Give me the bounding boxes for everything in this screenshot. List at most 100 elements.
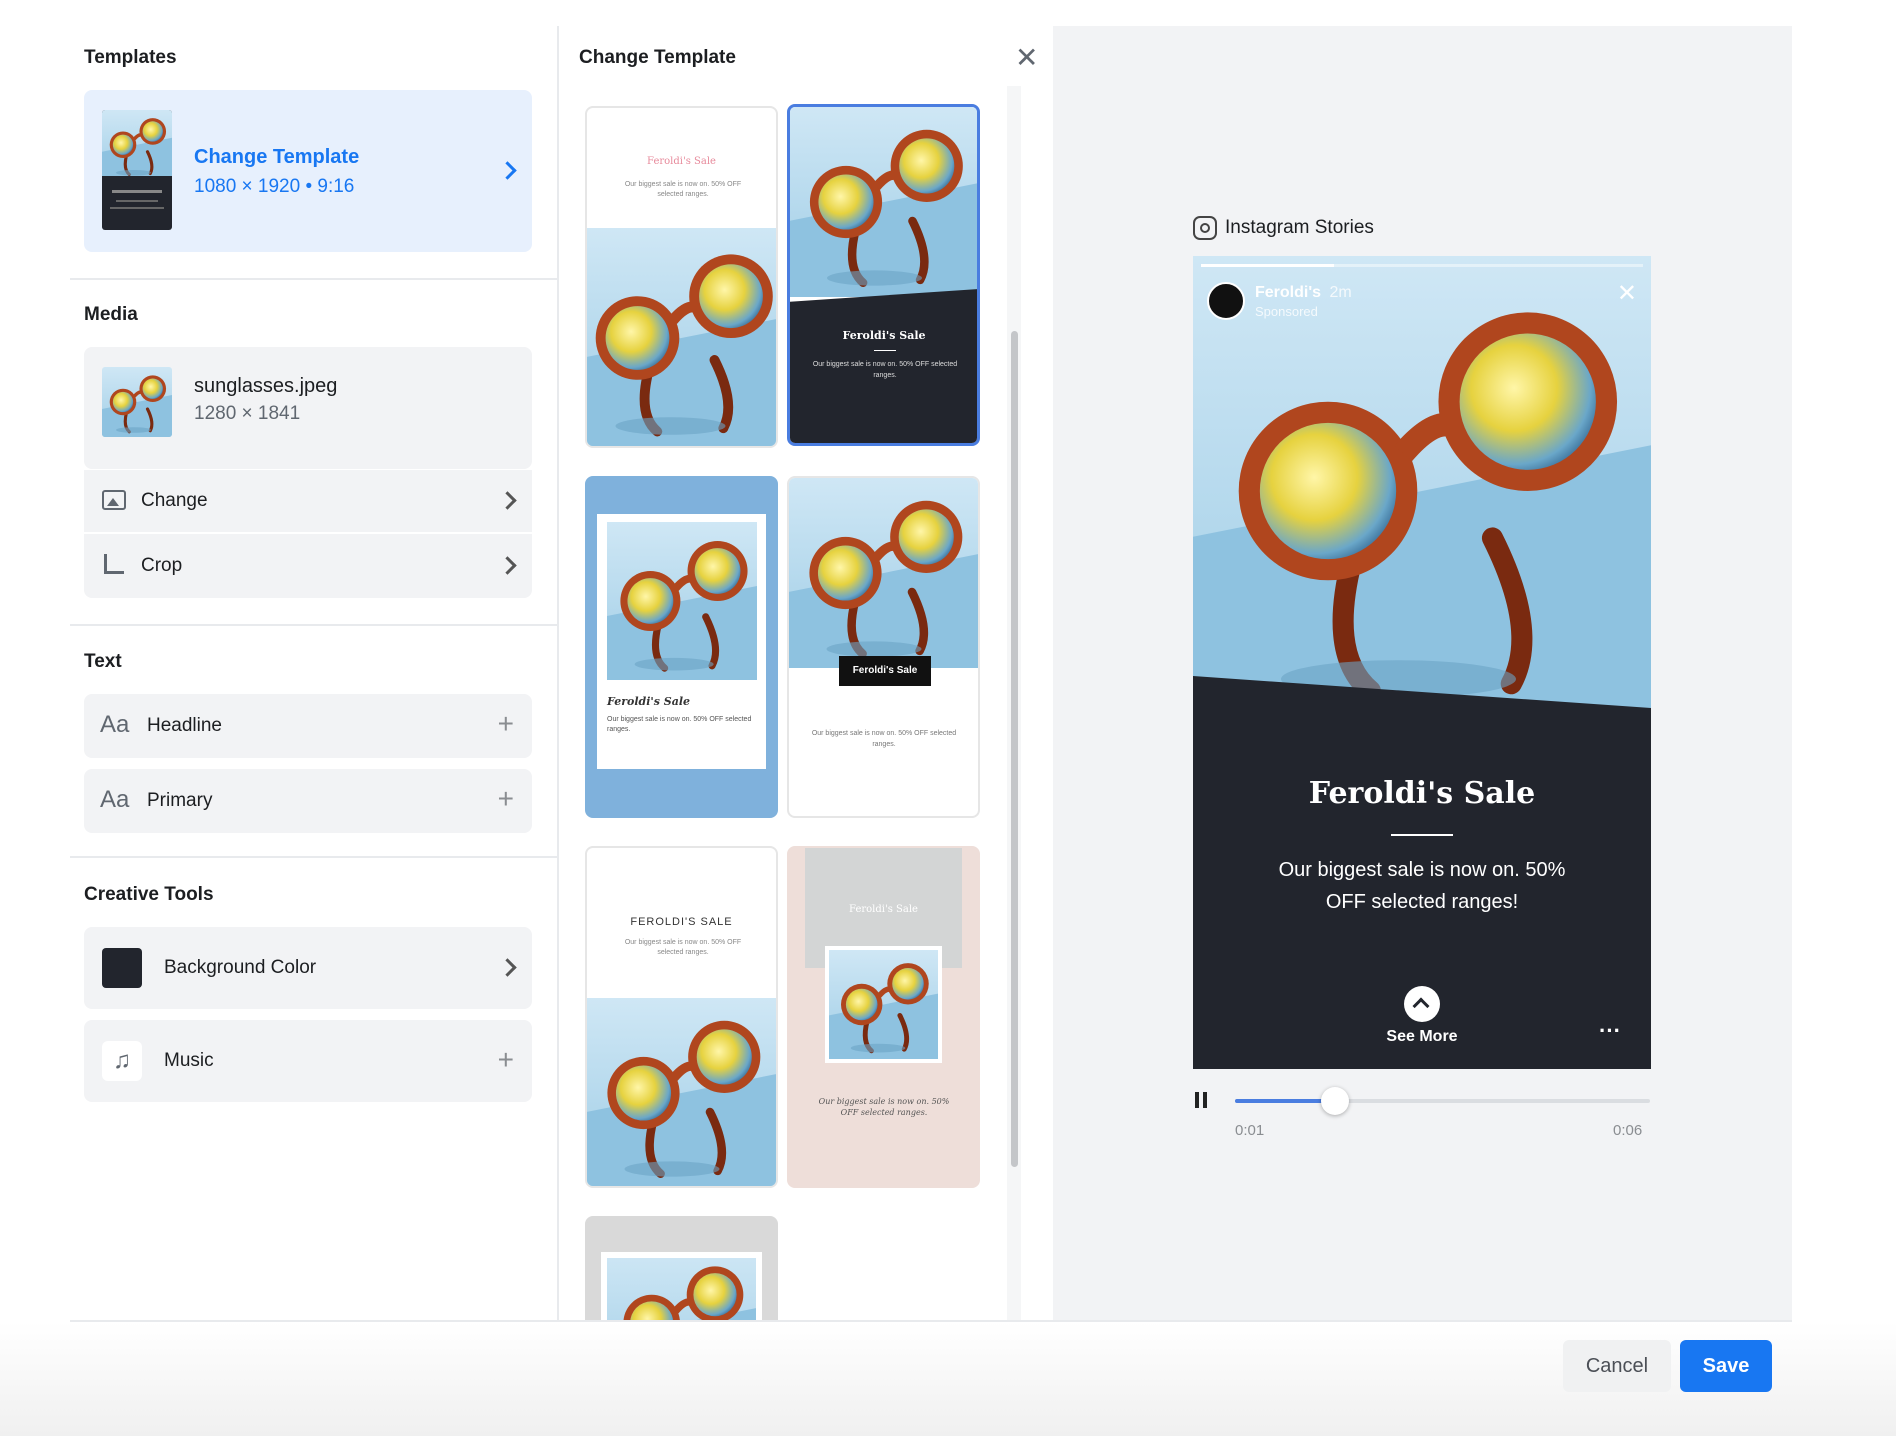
current-time: 0:01 (1235, 1122, 1265, 1139)
headline-label: Headline (147, 715, 222, 736)
template-image (607, 522, 757, 680)
creative-tools-section-title: Creative Tools (84, 884, 214, 905)
change-media-row[interactable]: Change (84, 470, 532, 532)
template-body: Our biggest sale is now on. 50% OFF sele… (818, 1097, 950, 1117)
text-aa-icon: Aa (100, 711, 130, 738)
template-headline: Feroldi's Sale (839, 656, 931, 686)
template-image (829, 950, 938, 1059)
primary-label: Primary (147, 790, 213, 811)
see-more-label[interactable]: See More (1193, 1028, 1651, 1046)
music-note-icon: ♫ (102, 1041, 142, 1081)
template-image (789, 478, 978, 668)
chevron-up-icon[interactable] (1404, 986, 1440, 1022)
scrollbar-thumb[interactable] (1011, 331, 1018, 1167)
templates-section-title: Templates (84, 47, 177, 68)
media-file-dimensions: 1280 × 1841 (194, 403, 301, 424)
template-image (790, 107, 978, 297)
story-image (1193, 256, 1651, 726)
media-thumbnail (102, 367, 172, 437)
template-headline: FEROLDI'S SALE (630, 916, 733, 928)
save-button[interactable]: Save (1680, 1340, 1772, 1392)
chevron-right-icon (498, 491, 517, 510)
story-progress-bar (1201, 264, 1643, 267)
template-image (587, 998, 776, 1188)
template-picker-title: Change Template (579, 47, 736, 68)
music-label: Music (164, 1050, 214, 1071)
template-option-2-selected[interactable]: Feroldi's Sale Our biggest sale is now o… (787, 104, 980, 446)
story-body-line-1: Our biggest sale is now on. 50% (1278, 859, 1566, 881)
template-image (587, 228, 776, 448)
sponsored-label: Sponsored (1255, 304, 1318, 319)
primary-text-row[interactable]: Aa Primary + (84, 769, 532, 833)
template-body: Our biggest sale is now on. 50% OFF sele… (812, 361, 958, 379)
media-file-card: sunglasses.jpeg 1280 × 1841 (84, 347, 532, 469)
template-option-3[interactable]: Feroldi's Sale Our biggest sale is now o… (585, 476, 778, 818)
more-options-icon[interactable]: ··· (1599, 1018, 1621, 1044)
chevron-right-icon (498, 556, 517, 575)
chevron-right-icon (498, 958, 517, 977)
crop-media-row[interactable]: Crop (84, 534, 532, 598)
left-panel: Templates Change Template 1080 × 1920 • … (70, 26, 557, 1322)
brand-name: Feroldi's (1255, 284, 1322, 301)
template-body: Our biggest sale is now on. 50% OFF sele… (624, 939, 742, 956)
divider (70, 624, 557, 626)
divider (70, 278, 557, 280)
template-body: Our biggest sale is now on. 50% OFF sele… (607, 716, 752, 733)
plus-icon[interactable]: + (498, 785, 514, 813)
story-preview: Feroldi's 2m Sponsored ✕ Feroldi's Sale … (1193, 256, 1651, 1069)
template-image (607, 1258, 756, 1322)
close-icon[interactable]: ✕ (1015, 44, 1038, 72)
template-option-7[interactable] (585, 1216, 778, 1322)
crop-media-label: Crop (141, 555, 183, 576)
plus-icon[interactable]: + (498, 1046, 514, 1074)
chevron-right-icon (498, 161, 517, 180)
playback-scrubber[interactable] (1320, 1087, 1349, 1115)
playback-track[interactable] (1235, 1087, 1650, 1115)
divider (70, 856, 557, 858)
template-option-4[interactable]: Feroldi's Sale Our biggest sale is now o… (787, 476, 980, 818)
close-icon[interactable]: ✕ (1617, 282, 1637, 306)
media-file-name: sunglasses.jpeg (194, 375, 338, 397)
cancel-button[interactable]: Cancel (1563, 1340, 1671, 1392)
preview-panel: Instagram Stories Feroldi's 2m Sponsored… (1053, 26, 1792, 1322)
music-row[interactable]: ♫ Music + (84, 1020, 532, 1102)
instagram-icon (1193, 216, 1217, 240)
text-section-title: Text (84, 651, 122, 672)
change-template-card[interactable]: Change Template 1080 × 1920 • 9:16 (84, 90, 532, 252)
image-icon (102, 490, 126, 510)
placement-label: Instagram Stories (1225, 217, 1374, 238)
text-aa-icon: Aa (100, 786, 130, 813)
media-section-title: Media (84, 304, 138, 325)
template-picker-panel: Change Template ✕ Feroldi's Sale Our big… (557, 26, 1053, 1322)
brand-avatar (1207, 282, 1245, 320)
footer-divider (70, 1320, 1792, 1322)
template-option-5[interactable]: FEROLDI'S SALE Our biggest sale is now o… (585, 846, 778, 1188)
total-time: 0:06 (1613, 1122, 1643, 1139)
headline-row[interactable]: Aa Headline + (84, 694, 532, 758)
story-headline: Feroldi's Sale (1308, 776, 1536, 811)
change-template-title: Change Template (194, 146, 360, 168)
template-option-6[interactable]: Feroldi's Sale Our biggest sale is now o… (787, 846, 980, 1188)
edit-template-modal: Templates Change Template 1080 × 1920 • … (70, 26, 1792, 1322)
background-color-swatch (102, 948, 142, 988)
template-headline: Feroldi's Sale (849, 904, 918, 915)
headline-divider (1391, 834, 1453, 836)
story-body: Our biggest sale is now on. 50% OFF sele… (1193, 854, 1651, 918)
change-media-label: Change (141, 490, 208, 511)
story-header: Feroldi's 2m (1255, 284, 1352, 302)
background-color-row[interactable]: Background Color (84, 927, 532, 1009)
template-headline: Feroldi's Sale (607, 695, 691, 708)
template-dimensions: 1080 × 1920 • 9:16 (194, 176, 355, 197)
playback-progress (1235, 1099, 1335, 1103)
pause-icon[interactable] (1195, 1092, 1209, 1110)
crop-icon (104, 554, 124, 574)
background-color-label: Background Color (164, 957, 317, 978)
post-time: 2m (1329, 284, 1352, 301)
template-body: Our biggest sale is now on. 50% OFF sele… (624, 181, 742, 198)
template-thumbnail (102, 110, 172, 230)
template-headline: Feroldi's Sale (842, 329, 926, 342)
plus-icon[interactable]: + (498, 710, 514, 738)
template-headline: Feroldi's Sale (647, 156, 716, 167)
template-body: Our biggest sale is now on. 50% OFF sele… (811, 730, 957, 748)
template-option-1[interactable]: Feroldi's Sale Our biggest sale is now o… (585, 106, 778, 448)
